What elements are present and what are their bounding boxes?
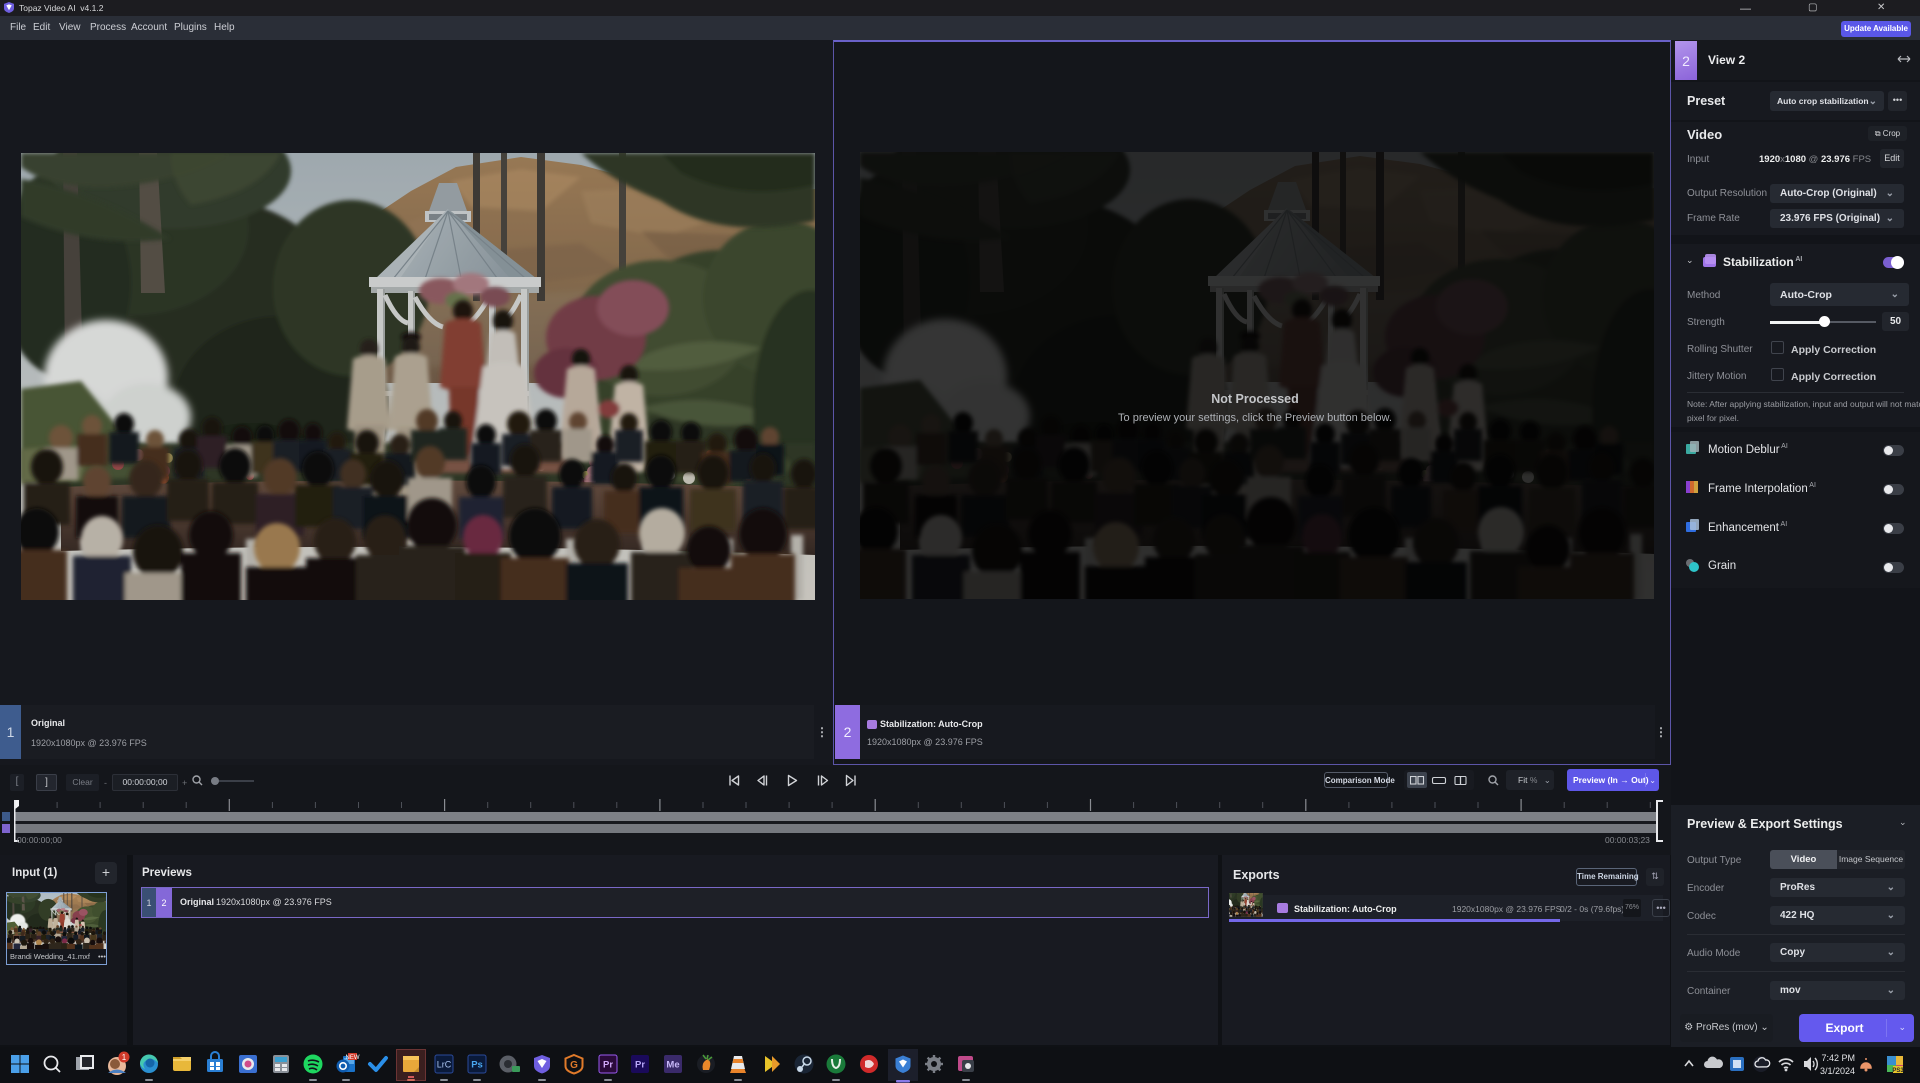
svg-text:7:42 PM: 7:42 PM — [1821, 1053, 1855, 1063]
svg-text:00:00:03;23: 00:00:03;23 — [1605, 835, 1650, 845]
svg-text:NEW: NEW — [346, 1055, 360, 1061]
svg-text:LrC: LrC — [437, 1060, 452, 1070]
svg-text:1: 1 — [122, 1053, 127, 1062]
svg-text:PS3: PS3 — [1892, 1068, 1904, 1074]
svg-text:Pr: Pr — [635, 1060, 645, 1071]
svg-text:Me: Me — [666, 1060, 679, 1071]
svg-text:G: G — [570, 1060, 578, 1071]
svg-text:Ps: Ps — [471, 1060, 483, 1071]
svg-text:00:00:00;00: 00:00:00;00 — [17, 835, 62, 845]
svg-text:3/1/2024: 3/1/2024 — [1820, 1066, 1855, 1076]
svg-text:Pr: Pr — [603, 1060, 613, 1071]
